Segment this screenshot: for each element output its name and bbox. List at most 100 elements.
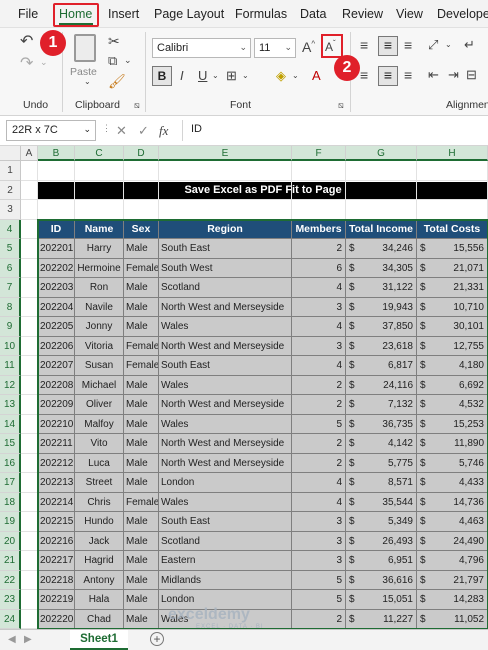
next-sheet-icon[interactable]: ▶ (24, 634, 32, 645)
table-cell-costs[interactable]: $21,797 (417, 570, 488, 590)
redo-dropdown-icon[interactable]: ⌄ (40, 58, 48, 67)
table-cell-name[interactable]: Ron (75, 278, 124, 298)
table-cell-income[interactable]: $34,305 (346, 258, 417, 278)
bottom-align-icon[interactable]: ≡ (404, 38, 412, 52)
table-cell-costs[interactable]: $4,532 (417, 395, 488, 415)
table-cell-sex[interactable]: Male (124, 590, 159, 610)
font-launcher-icon[interactable]: ⧅ (338, 100, 344, 111)
table-cell-region[interactable]: South East (159, 239, 292, 259)
table-cell-members[interactable]: 4 (292, 278, 346, 298)
formula-input[interactable]: ID (182, 120, 488, 141)
paste-dropdown-icon[interactable]: ⌄ (84, 78, 91, 86)
borders-dropdown-icon[interactable]: ⌄ (242, 72, 249, 80)
table-cell-costs[interactable]: $5,746 (417, 453, 488, 473)
table-cell-id[interactable]: 202207 (38, 356, 75, 376)
row-header-24[interactable]: 24 (0, 609, 21, 629)
table-cell-region[interactable]: North West and Merseyside (159, 453, 292, 473)
row-header-21[interactable]: 21 (0, 551, 21, 571)
table-cell-income[interactable]: $4,142 (346, 434, 417, 454)
table-cell-id[interactable]: 202217 (38, 551, 75, 571)
table-cell-name[interactable]: Vito (75, 434, 124, 454)
row-header-17[interactable]: 17 (0, 473, 21, 493)
row-header-14[interactable]: 14 (0, 414, 21, 434)
table-cell-sex[interactable]: Male (124, 609, 159, 629)
borders-icon[interactable]: ⊞ (226, 69, 237, 82)
column-header-d[interactable]: D (124, 146, 159, 161)
middle-align-icon[interactable]: ≡ (378, 36, 398, 56)
table-cell-costs[interactable]: $11,890 (417, 434, 488, 454)
table-cell-name[interactable]: Hagrid (75, 551, 124, 571)
table-cell-id[interactable]: 202203 (38, 278, 75, 298)
increase-indent-icon[interactable]: ⇥ (448, 68, 459, 81)
table-cell-sex[interactable]: Female (124, 258, 159, 278)
undo-icon[interactable]: ↶ (20, 34, 33, 50)
table-cell-name[interactable]: Oliver (75, 395, 124, 415)
table-cell-region[interactable]: South East (159, 356, 292, 376)
table-cell-costs[interactable]: $14,736 (417, 492, 488, 512)
table-cell-costs[interactable]: $14,283 (417, 590, 488, 610)
table-cell-income[interactable]: $5,775 (346, 453, 417, 473)
fill-color-icon[interactable]: ◈ (276, 69, 286, 82)
cut-icon[interactable]: ✂ (108, 34, 120, 48)
table-header-cell[interactable]: Total Income (346, 219, 417, 239)
table-cell-costs[interactable]: $4,433 (417, 473, 488, 493)
redo-icon[interactable]: ↷ (20, 56, 33, 72)
column-header-a[interactable]: A (21, 146, 38, 161)
menu-view[interactable]: View (396, 7, 423, 21)
table-cell-id[interactable]: 202218 (38, 570, 75, 590)
table-cell-name[interactable]: Harry (75, 239, 124, 259)
wrap-text-icon[interactable]: ↵ (464, 38, 475, 51)
table-cell-costs[interactable]: $21,071 (417, 258, 488, 278)
table-cell-name[interactable]: Luca (75, 453, 124, 473)
format-painter-icon[interactable]: 🖌 (108, 74, 126, 88)
insert-function-icon[interactable]: fx (159, 123, 168, 139)
table-cell-region[interactable]: Midlands (159, 570, 292, 590)
table-cell-costs[interactable]: $4,796 (417, 551, 488, 571)
decrease-indent-icon[interactable]: ⇤ (428, 68, 439, 81)
select-all-corner[interactable] (0, 146, 21, 161)
row-header-8[interactable]: 8 (0, 297, 21, 317)
table-cell-id[interactable]: 202210 (38, 414, 75, 434)
table-cell-members[interactable]: 2 (292, 609, 346, 629)
table-cell-sex[interactable]: Male (124, 434, 159, 454)
table-cell-sex[interactable]: Male (124, 317, 159, 337)
row-header-22[interactable]: 22 (0, 570, 21, 590)
table-cell-sex[interactable]: Female (124, 336, 159, 356)
table-cell-region[interactable]: South East (159, 512, 292, 532)
table-cell-costs[interactable]: $15,556 (417, 239, 488, 259)
table-cell-members[interactable]: 2 (292, 375, 346, 395)
row-header-13[interactable]: 13 (0, 395, 21, 415)
menu-formulas[interactable]: Formulas (235, 7, 287, 21)
column-header-f[interactable]: F (292, 146, 346, 161)
table-cell-name[interactable]: Michael (75, 375, 124, 395)
table-cell-costs[interactable]: $21,331 (417, 278, 488, 298)
table-cell-id[interactable]: 202208 (38, 375, 75, 395)
column-header-g[interactable]: G (346, 146, 417, 161)
table-cell-costs[interactable]: $4,463 (417, 512, 488, 532)
table-cell-sex[interactable]: Male (124, 278, 159, 298)
table-cell-name[interactable]: Jack (75, 531, 124, 551)
table-cell-id[interactable]: 202212 (38, 453, 75, 473)
table-cell-members[interactable]: 5 (292, 590, 346, 610)
table-cell-id[interactable]: 202216 (38, 531, 75, 551)
table-cell-region[interactable]: Wales (159, 414, 292, 434)
table-cell-sex[interactable]: Male (124, 414, 159, 434)
row-header-1[interactable]: 1 (0, 161, 21, 181)
table-cell-id[interactable]: 202201 (38, 239, 75, 259)
table-cell-name[interactable]: Hundo (75, 512, 124, 532)
align-right-icon[interactable]: ≡ (404, 68, 412, 82)
table-cell-name[interactable]: Street (75, 473, 124, 493)
table-cell-sex[interactable]: Male (124, 570, 159, 590)
table-cell-sex[interactable]: Female (124, 492, 159, 512)
table-cell-name[interactable]: Hala (75, 590, 124, 610)
table-cell-region[interactable]: Wales (159, 317, 292, 337)
table-cell-members[interactable]: 5 (292, 414, 346, 434)
table-cell-sex[interactable]: Male (124, 453, 159, 473)
table-cell-sex[interactable]: Male (124, 297, 159, 317)
underline-dropdown-icon[interactable]: ⌄ (212, 72, 219, 80)
table-cell-region[interactable]: South West (159, 258, 292, 278)
clipboard-launcher-icon[interactable]: ⧅ (134, 100, 140, 111)
italic-button[interactable]: I (180, 69, 184, 82)
table-cell-income[interactable]: $6,817 (346, 356, 417, 376)
table-cell-region[interactable]: Scotland (159, 278, 292, 298)
